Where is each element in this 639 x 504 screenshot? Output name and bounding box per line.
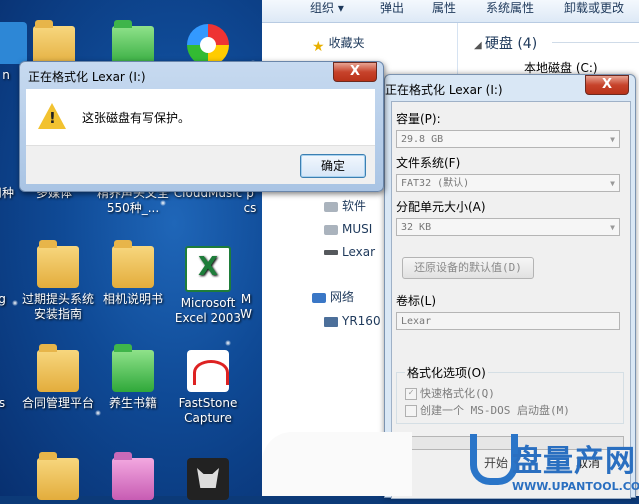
drive-icon xyxy=(324,224,338,235)
collapse-icon[interactable]: ◢ xyxy=(474,40,485,51)
nav-musi-drive[interactable]: MUSI xyxy=(324,221,372,237)
desktop-icon-health-books[interactable]: 养生书籍 xyxy=(97,344,169,411)
nav-label: 收藏夹 xyxy=(328,36,365,50)
edge-label: M xyxy=(240,292,252,306)
excel-icon: X xyxy=(185,246,231,292)
desktop-icon-label: 合同管理平台 xyxy=(22,396,95,410)
format-options-group: 格式化选项(O) ✓ 快速格式化(Q) 创建一个 MS-DOS 启动盘(M) xyxy=(396,364,624,424)
desktop-icon-contract-folder[interactable]: 合同管理平台 xyxy=(22,344,95,411)
folder-icon xyxy=(37,452,79,500)
desktop-icon-cat-app[interactable] xyxy=(172,458,244,504)
nav-label: Lexar xyxy=(342,245,376,259)
desktop-icon-edge[interactable]: M W xyxy=(226,246,266,322)
chevron-down-icon: ▼ xyxy=(610,223,615,232)
desktop-icon-label: 相机说明书 xyxy=(102,292,163,306)
watermark-brand: 盘量产网 xyxy=(512,444,636,479)
eject-button[interactable]: 弹出 xyxy=(380,0,404,16)
close-icon: X xyxy=(349,64,361,79)
filesystem-select[interactable]: FAT32 (默认) ▼ xyxy=(396,174,620,192)
desktop-icon-faststone[interactable]: FastStone Capture xyxy=(172,350,244,426)
desktop-icon-label: FastStone Capture xyxy=(178,396,238,425)
volume-label-input[interactable]: Lexar xyxy=(396,312,620,330)
checkbox-checked-icon: ✓ xyxy=(405,388,417,400)
folder-icon xyxy=(112,452,154,500)
folder-icon xyxy=(112,344,154,392)
capacity-label: 容量(P): xyxy=(396,112,441,126)
desktop-icon-folder-pink[interactable] xyxy=(97,452,169,504)
capacity-select[interactable]: 29.8 GB ▼ xyxy=(396,130,620,148)
allocation-select[interactable]: 32 KB ▼ xyxy=(396,218,620,236)
nav-label: 网络 xyxy=(330,290,355,304)
organize-menu[interactable]: 组织 ▾ xyxy=(310,0,344,16)
folder-icon xyxy=(112,240,154,288)
volume-label-label: 卷标(L) xyxy=(396,294,437,308)
folder-icon xyxy=(37,240,79,288)
nav-network[interactable]: 网络 xyxy=(312,289,354,305)
alert-close-button[interactable]: X xyxy=(333,62,377,82)
network-icon xyxy=(312,292,326,303)
group-heading-label: 硬盘 (4) xyxy=(484,36,538,52)
watermark: 盘量产网 WWW.UPANTOOL.COM xyxy=(470,434,639,496)
faststone-icon xyxy=(187,350,229,392)
nav-label: YR160 xyxy=(342,314,381,328)
nav-label: 软件 xyxy=(342,199,367,213)
format-close-button[interactable]: X xyxy=(585,75,629,95)
nav-favorites[interactable]: ★ 收藏夹 xyxy=(312,35,365,55)
format-options-title: 格式化选项(O) xyxy=(405,364,488,381)
computer-icon xyxy=(324,316,338,327)
desktop-icon-label: 养生书籍 xyxy=(108,396,157,410)
desktop-icon-folder[interactable] xyxy=(22,452,94,504)
uninstall-button[interactable]: 卸载或更改 xyxy=(564,0,624,16)
desktop-icon-label: 过期提头系统安装指南 xyxy=(22,292,95,321)
hard-disk-group-heading[interactable]: ◢ 硬盘 (4) xyxy=(474,33,639,53)
cat-icon xyxy=(187,458,229,500)
close-icon: X xyxy=(601,77,613,92)
nav-yr160[interactable]: YR160 xyxy=(324,313,381,329)
folder-icon xyxy=(37,344,79,392)
filesystem-value: FAT32 (默认) xyxy=(401,178,470,189)
msdos-checkbox[interactable]: 创建一个 MS-DOS 启动盘(M) xyxy=(405,402,570,418)
filesystem-label: 文件系统(F) xyxy=(396,156,461,170)
pinwheel-icon xyxy=(187,24,229,66)
sparkle xyxy=(225,340,231,346)
explorer-toolbar: 组织 ▾ 弹出 属性 系统属性 卸载或更改 xyxy=(262,0,639,23)
alert-message: 这张磁盘有写保护。 xyxy=(82,111,191,125)
alert-footer: 确定 xyxy=(26,145,375,184)
ok-button[interactable]: 确定 xyxy=(300,154,366,178)
quick-format-label: 快速格式化(Q) xyxy=(420,387,495,400)
capacity-value: 29.8 GB xyxy=(401,134,444,145)
warning-icon: ! xyxy=(38,103,66,129)
system-properties-button[interactable]: 系统属性 xyxy=(486,0,534,16)
format-dialog-title: 正在格式化 Lexar (I:) xyxy=(385,83,503,97)
desktop-icon-guide-folder[interactable]: 过期提头系统安装指南 xyxy=(22,240,95,322)
checkbox-icon xyxy=(405,405,417,417)
usb-drive-icon xyxy=(324,250,338,255)
allocation-value: 32 KB xyxy=(401,222,432,233)
nav-software-drive[interactable]: 软件 xyxy=(324,198,366,214)
restore-defaults-button[interactable]: 还原设备的默认值(D) xyxy=(402,257,534,279)
nav-label: MUSI xyxy=(342,222,373,236)
edge-label: W xyxy=(240,307,252,321)
properties-button[interactable]: 属性 xyxy=(432,0,456,16)
drive-icon xyxy=(324,201,338,212)
alert-dialog-title: 正在格式化 Lexar (I:) xyxy=(28,70,146,84)
chevron-down-icon: ▼ xyxy=(610,135,615,144)
nav-lexar-drive[interactable]: Lexar xyxy=(324,244,375,260)
star-icon: ★ xyxy=(312,38,325,55)
allocation-label: 分配单元大小(A) xyxy=(396,200,486,214)
overlay-blur xyxy=(262,432,412,496)
msdos-label: 创建一个 MS-DOS 启动盘(M) xyxy=(420,404,570,417)
alert-body: ! 这张磁盘有写保护。 xyxy=(26,89,375,145)
write-protect-alert-dialog: 正在格式化 Lexar (I:) X ! 这张磁盘有写保护。 确定 xyxy=(19,61,384,192)
watermark-url: WWW.UPANTOOL.COM xyxy=(512,480,639,493)
desktop-icon-camera-manual[interactable]: 相机说明书 xyxy=(97,240,169,307)
watermark-logo-icon xyxy=(470,434,518,485)
quick-format-checkbox[interactable]: ✓ 快速格式化(Q) xyxy=(405,385,495,401)
chevron-down-icon: ▼ xyxy=(610,179,615,188)
